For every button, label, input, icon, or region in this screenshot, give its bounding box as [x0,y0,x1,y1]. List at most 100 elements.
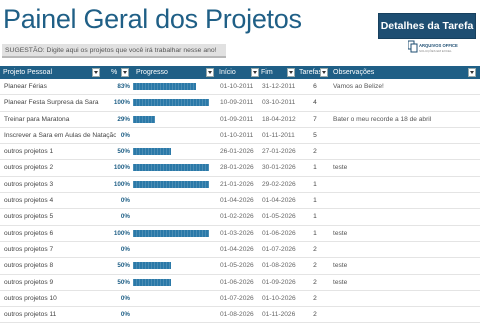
filter-progress-dropdown[interactable] [206,68,214,77]
notes-cell[interactable] [333,144,479,160]
percent-cell[interactable]: 100% [104,95,130,111]
notes-cell[interactable] [333,177,479,193]
tasks-count-cell[interactable]: 7 [300,112,330,128]
project-name-cell[interactable]: outros projetos 3 [4,177,116,193]
percent-cell[interactable]: 0% [104,209,130,225]
table-row[interactable]: outros projetos 3 100% 21-01-2026 29-02-202… [0,177,480,194]
start-date-cell[interactable]: 01-06-2026 [220,275,260,291]
project-name-cell[interactable]: outros projetos 7 [4,242,116,258]
end-date-cell[interactable]: 27-01-2026 [262,144,300,160]
start-date-cell[interactable]: 01-05-2026 [220,258,260,274]
project-name-cell[interactable]: Inscrever a Sara em Aulas de Natação [4,128,116,144]
filter-end-dropdown[interactable] [287,68,295,77]
table-row[interactable]: outros projetos 4 0% 01-04-2026 01-04-2026 1 [0,193,480,210]
start-date-cell[interactable]: 21-01-2026 [220,177,260,193]
project-name-cell[interactable]: Planear Férias [4,79,116,95]
filter-notes-dropdown[interactable] [468,68,476,77]
percent-cell[interactable]: 50% [104,144,130,160]
tasks-count-cell[interactable]: 1 [300,226,330,242]
filter-pct-dropdown[interactable] [121,68,129,77]
project-name-cell[interactable]: outros projetos 10 [4,291,116,307]
end-date-cell[interactable]: 01-04-2026 [262,193,300,209]
notes-cell[interactable] [333,95,479,111]
project-name-cell[interactable]: outros projetos 2 [4,160,116,176]
end-date-cell[interactable]: 01-11-2011 [262,128,300,144]
table-row[interactable]: outros projetos 7 0% 01-04-2026 01-07-2026 2 [0,242,480,259]
notes-cell[interactable] [333,242,479,258]
tasks-count-cell[interactable]: 1 [300,177,330,193]
end-date-cell[interactable]: 31-12-2011 [262,79,300,95]
end-date-cell[interactable]: 01-08-2026 [262,258,300,274]
project-name-cell[interactable]: outros projetos 11 [4,307,116,323]
notes-cell[interactable] [333,209,479,225]
start-date-cell[interactable]: 28-01-2026 [220,160,260,176]
percent-cell[interactable]: 50% [104,258,130,274]
tasks-count-cell[interactable]: 1 [300,193,330,209]
table-row[interactable]: Planear Festa Surpresa da Sara 100% 10-09-… [0,95,480,112]
end-date-cell[interactable]: 01-09-2026 [262,275,300,291]
percent-cell[interactable]: 0% [104,307,130,323]
task-details-button[interactable]: Detalhes da Tarefa [378,13,476,39]
start-date-cell[interactable]: 01-09-2011 [220,112,260,128]
tasks-count-cell[interactable]: 2 [300,242,330,258]
start-date-cell[interactable]: 26-01-2026 [220,144,260,160]
table-row[interactable]: Treinar para Maratona 29% 01-09-2011 18-04-… [0,112,480,128]
start-date-cell[interactable]: 01-04-2026 [220,193,260,209]
percent-cell[interactable]: 0% [104,242,130,258]
tasks-count-cell[interactable]: 2 [300,144,330,160]
percent-cell[interactable]: 29% [104,112,130,128]
end-date-cell[interactable]: 01-05-2026 [262,209,300,225]
notes-cell[interactable]: teste [333,275,479,291]
project-name-cell[interactable]: Planear Festa Surpresa da Sara [4,95,116,111]
end-date-cell[interactable]: 01-10-2026 [262,291,300,307]
notes-cell[interactable]: Vamos ao Belize! [333,79,479,95]
table-row[interactable]: outros projetos 5 0% 01-02-2026 01-05-2026 1 [0,209,480,226]
end-date-cell[interactable]: 03-10-2011 [262,95,300,111]
percent-cell[interactable]: 100% [104,226,130,242]
end-date-cell[interactable]: 29-02-2026 [262,177,300,193]
tasks-count-cell[interactable]: 4 [300,95,330,111]
table-row[interactable]: outros projetos 9 50% 01-06-2026 01-09-2026… [0,275,480,291]
start-date-cell[interactable]: 10-09-2011 [220,95,260,111]
end-date-cell[interactable]: 30-01-2026 [262,160,300,176]
percent-cell[interactable]: 0% [104,128,130,144]
table-row[interactable]: Inscrever a Sara em Aulas de Natação 0% 01… [0,128,480,145]
start-date-cell[interactable]: 01-10-2011 [220,128,260,144]
tasks-count-cell[interactable]: 5 [300,128,330,144]
table-row[interactable]: Planear Férias 83% 01-10-2011 31-12-2011 6 Va… [0,79,480,96]
tasks-count-cell[interactable]: 2 [300,258,330,274]
tasks-count-cell[interactable]: 2 [300,307,330,323]
table-row[interactable]: outros projetos 10 0% 01-07-2026 01-10-2026… [0,291,480,308]
notes-cell[interactable] [333,291,479,307]
project-name-cell[interactable]: outros projetos 9 [4,275,116,291]
percent-cell[interactable]: 50% [104,275,130,291]
notes-cell[interactable] [333,193,479,209]
project-name-cell[interactable]: outros projetos 5 [4,209,116,225]
percent-cell[interactable]: 100% [104,160,130,176]
tasks-count-cell[interactable]: 2 [300,291,330,307]
table-row[interactable]: outros projetos 11 0% 01-08-2026 01-11-2026… [0,307,480,323]
filter-project-dropdown[interactable] [92,68,100,77]
end-date-cell[interactable]: 01-11-2026 [262,307,300,323]
filter-tasks-dropdown[interactable] [320,68,328,77]
end-date-cell[interactable]: 01-06-2026 [262,226,300,242]
notes-cell[interactable] [333,307,479,323]
table-row[interactable]: outros projetos 2 100% 28-01-2026 30-01-202… [0,160,480,177]
start-date-cell[interactable]: 01-10-2011 [220,79,260,95]
percent-cell[interactable]: 0% [104,193,130,209]
start-date-cell[interactable]: 01-08-2026 [220,307,260,323]
percent-cell[interactable]: 83% [104,79,130,95]
table-row[interactable]: outros projetos 6 100% 01-03-2026 01-06-202… [0,226,480,242]
end-date-cell[interactable]: 18-04-2012 [262,112,300,128]
project-name-cell[interactable]: outros projetos 8 [4,258,116,274]
percent-cell[interactable]: 100% [104,177,130,193]
notes-cell[interactable] [333,128,479,144]
project-name-cell[interactable]: Treinar para Maratona [4,112,116,128]
project-name-cell[interactable]: outros projetos 1 [4,144,116,160]
start-date-cell[interactable]: 01-03-2026 [220,226,260,242]
tasks-count-cell[interactable]: 6 [300,79,330,95]
notes-cell[interactable]: Bater o meu recorde a 18 de abril [333,112,479,128]
tasks-count-cell[interactable]: 1 [300,160,330,176]
notes-cell[interactable]: teste [333,226,479,242]
notes-cell[interactable]: teste [333,258,479,274]
